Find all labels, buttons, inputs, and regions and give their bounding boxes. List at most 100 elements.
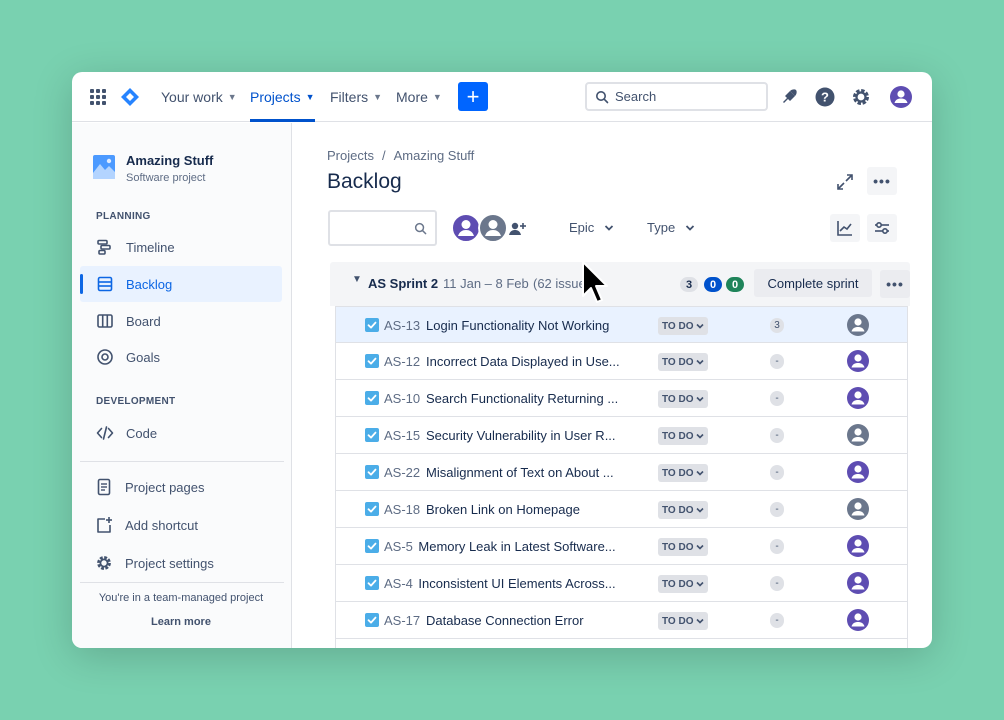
story-points-badge[interactable]: - [770, 465, 784, 480]
sidebar-item-project-pages[interactable]: Project pages [80, 469, 282, 505]
assignee-avatar-icon[interactable] [846, 571, 870, 595]
nav-filters[interactable]: Filters ▼ [330, 72, 382, 122]
sidebar-item-code[interactable]: Code [80, 415, 282, 451]
insights-button[interactable] [830, 214, 860, 242]
complete-sprint-button[interactable]: Complete sprint [754, 269, 872, 297]
add-people-icon[interactable] [506, 218, 528, 240]
issue-key[interactable]: AS-22 [384, 465, 420, 480]
status-dropdown[interactable]: TO DO [658, 390, 709, 408]
issue-summary[interactable]: Broken Link on Homepage [426, 502, 656, 517]
issue-summary[interactable]: Search Functionality Returning ... [426, 391, 656, 406]
learn-more-link[interactable]: Learn more [72, 616, 290, 628]
sidebar-item-backlog[interactable]: Backlog [80, 266, 282, 302]
story-points-badge[interactable]: 3 [770, 318, 784, 333]
assignee-avatar-icon[interactable] [846, 386, 870, 410]
status-dropdown[interactable]: TO DO [658, 501, 709, 519]
issue-summary[interactable]: Security Vulnerability in User R... [426, 428, 656, 443]
issue-row[interactable]: AS-13 Login Functionality Not Working TO D… [335, 306, 908, 343]
story-points-badge[interactable]: - [770, 428, 784, 443]
issue-summary[interactable]: Misalignment of Text on About ... [426, 465, 656, 480]
backlog-search-input[interactable] [336, 212, 416, 242]
issue-row[interactable]: AS-17 Database Connection Error TO DO - [335, 602, 908, 639]
assignee-avatar-icon[interactable] [846, 349, 870, 373]
assignee-avatar-icon[interactable] [846, 608, 870, 632]
issue-row[interactable]: AS-12 Incorrect Data Displayed in Use... T… [335, 343, 908, 380]
sprint-header[interactable]: ▼ AS Sprint 2 11 Jan – 8 Feb (62 issues)… [330, 262, 910, 306]
nav-projects[interactable]: Projects ▼ [250, 72, 315, 122]
app-switcher-icon[interactable] [90, 89, 106, 105]
issue-key[interactable]: AS-18 [384, 502, 420, 517]
settings-gear-icon [97, 556, 111, 570]
issue-row[interactable]: AS-22 Misalignment of Text on About ... TO… [335, 454, 908, 491]
sidebar-item-timeline[interactable]: Timeline [80, 229, 282, 265]
avatar-filter-user-2[interactable] [478, 213, 508, 243]
nav-your-work[interactable]: Your work ▼ [161, 72, 237, 122]
issue-row[interactable]: AS-10 Search Functionality Returning ... T… [335, 380, 908, 417]
story-points-badge[interactable]: - [770, 539, 784, 554]
chevron-down-icon[interactable]: ▼ [352, 274, 362, 285]
avatar-filter-user-1[interactable] [451, 213, 481, 243]
assignee-avatar-icon[interactable] [846, 313, 870, 337]
status-dropdown[interactable]: TO DO [658, 353, 709, 371]
type-filter-dropdown[interactable]: Type [647, 220, 695, 235]
view-settings-button[interactable] [867, 214, 897, 242]
status-dropdown[interactable]: TO DO [658, 538, 709, 556]
issue-summary[interactable]: Memory Leak in Latest Software... [418, 539, 656, 554]
issue-key[interactable]: AS-10 [384, 391, 420, 406]
breadcrumb-project[interactable]: Amazing Stuff [394, 148, 475, 163]
assignee-avatar-icon[interactable] [846, 460, 870, 484]
notifications-icon[interactable] [778, 86, 800, 108]
page-more-button[interactable]: ••• [867, 167, 897, 195]
epic-filter-dropdown[interactable]: Epic [569, 220, 614, 235]
assignee-avatar-icon[interactable] [846, 497, 870, 521]
sidebar-item-board[interactable]: Board [80, 303, 282, 339]
issue-key[interactable]: AS-17 [384, 613, 420, 628]
story-points-badge[interactable]: - [770, 391, 784, 406]
search-box[interactable] [585, 82, 768, 111]
issue-summary[interactable]: Login Functionality Not Working [426, 318, 656, 333]
story-points-badge[interactable]: - [770, 502, 784, 517]
issue-key[interactable]: AS-12 [384, 354, 420, 369]
issue-row[interactable]: AS-18 Broken Link on Homepage TO DO - [335, 491, 908, 528]
issue-summary[interactable]: Inconsistent UI Elements Across... [418, 576, 656, 591]
search-input[interactable] [615, 89, 755, 104]
sidebar-item-add-shortcut[interactable]: Add shortcut [80, 507, 282, 543]
status-dropdown[interactable]: TO DO [658, 575, 709, 593]
jira-logo-icon[interactable] [120, 87, 140, 107]
issue-summary[interactable]: Database Connection Error [426, 613, 656, 628]
status-dropdown[interactable]: TO DO [658, 427, 709, 445]
issue-summary[interactable]: Incorrect Data Displayed in Use... [426, 354, 656, 369]
issue-row[interactable] [335, 639, 908, 648]
story-points-badge[interactable]: - [770, 576, 784, 591]
status-label: TO DO [662, 541, 694, 553]
status-dropdown[interactable]: TO DO [658, 464, 709, 482]
status-dropdown[interactable]: TO DO [658, 317, 709, 335]
task-checkbox-icon [365, 318, 379, 332]
development-section-title: DEVELOPMENT [96, 396, 176, 407]
story-points-badge[interactable]: - [770, 354, 784, 369]
fullscreen-expand-icon[interactable] [835, 172, 855, 192]
breadcrumb-projects[interactable]: Projects [327, 148, 374, 163]
sidebar-item-goals[interactable]: Goals [80, 339, 282, 375]
project-name[interactable]: Amazing Stuff [126, 153, 213, 168]
status-dropdown[interactable]: TO DO [658, 612, 709, 630]
issue-row[interactable]: AS-5 Memory Leak in Latest Software... TO … [335, 528, 908, 565]
nav-more[interactable]: More ▼ [396, 72, 442, 122]
issue-row[interactable]: AS-15 Security Vulnerability in User R...… [335, 417, 908, 454]
issue-key[interactable]: AS-15 [384, 428, 420, 443]
sidebar-item-project-settings[interactable]: Project settings [80, 545, 282, 581]
issue-key[interactable]: AS-4 [384, 576, 413, 591]
settings-gear-icon[interactable] [850, 86, 872, 108]
todo-count-badge: 3 [680, 277, 698, 292]
issue-row[interactable]: AS-4 Inconsistent UI Elements Across... TO… [335, 565, 908, 602]
create-button[interactable]: + [458, 82, 488, 111]
user-avatar-icon[interactable] [889, 85, 913, 109]
help-icon[interactable]: ? [814, 86, 836, 108]
assignee-avatar-icon[interactable] [846, 534, 870, 558]
story-points-badge[interactable]: - [770, 613, 784, 628]
issue-key[interactable]: AS-13 [384, 318, 420, 333]
backlog-search-field[interactable] [328, 210, 437, 246]
issue-key[interactable]: AS-5 [384, 539, 413, 554]
sprint-more-button[interactable]: ••• [880, 270, 910, 298]
assignee-avatar-icon[interactable] [846, 423, 870, 447]
